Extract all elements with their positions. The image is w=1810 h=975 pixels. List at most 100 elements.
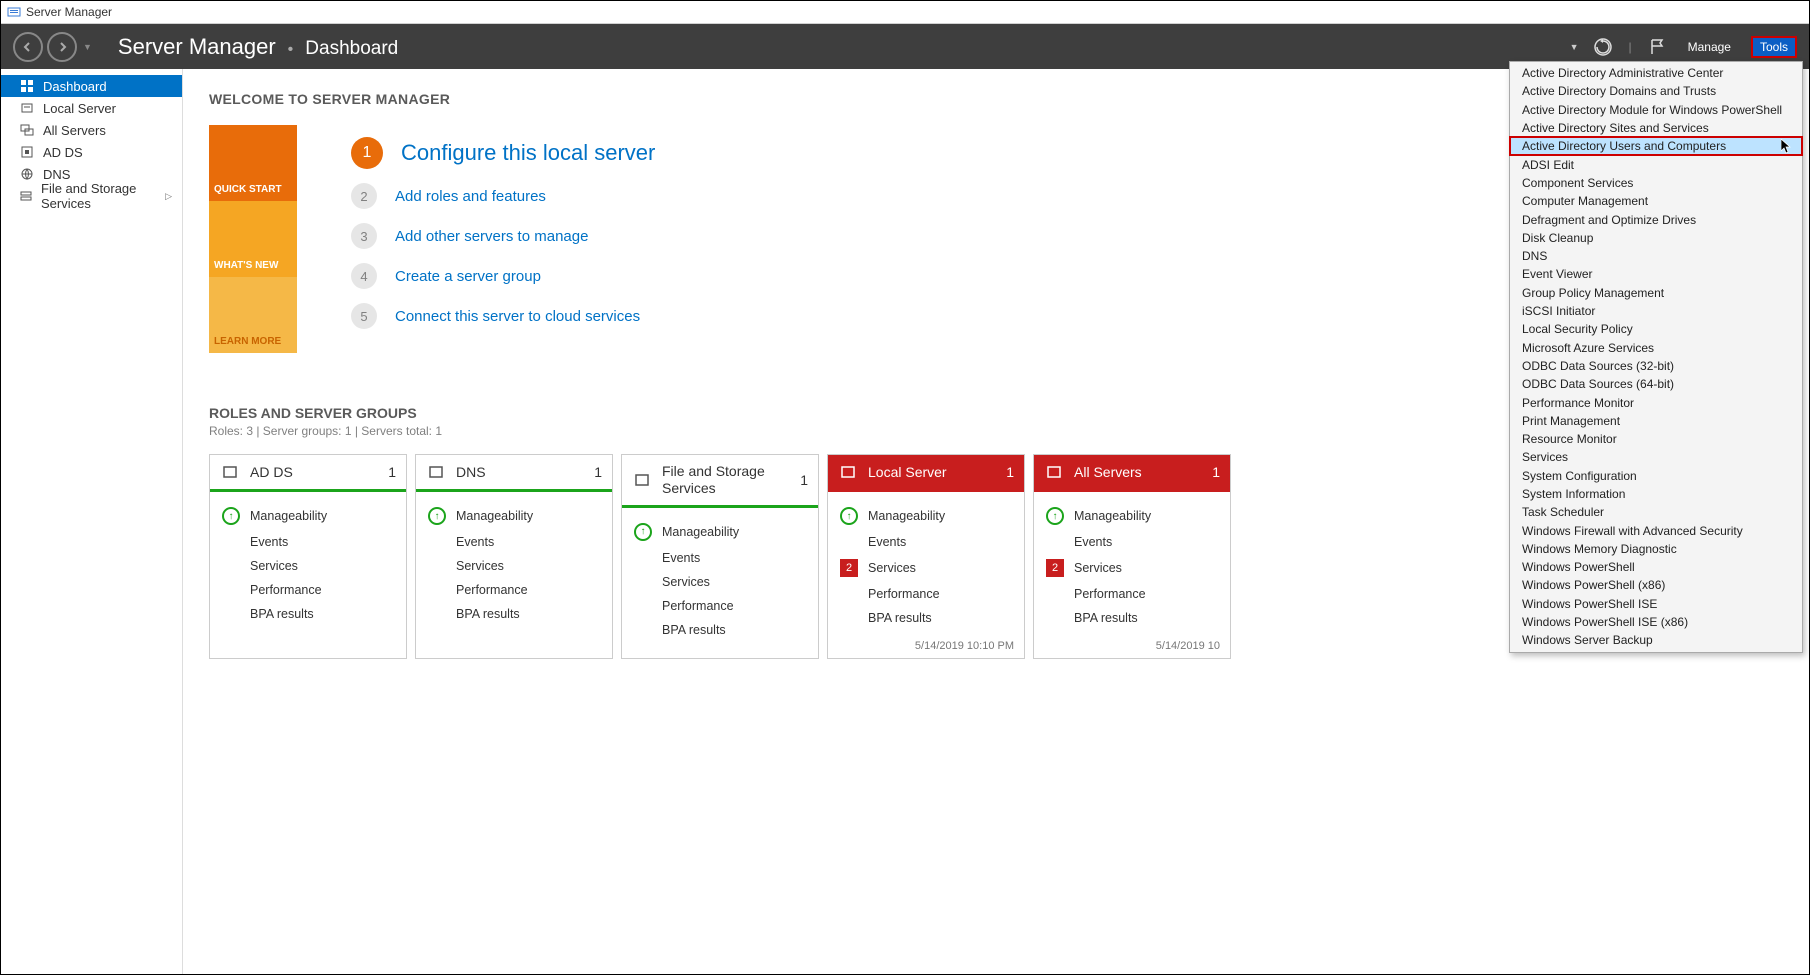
tools-menu-item[interactable]: Windows PowerShell bbox=[1510, 558, 1802, 576]
nav-back-button[interactable] bbox=[13, 32, 43, 62]
tools-menu-item[interactable]: Event Viewer bbox=[1510, 265, 1802, 283]
sidebar-item-dashboard[interactable]: Dashboard bbox=[1, 75, 182, 97]
tile-row[interactable]: Events bbox=[840, 530, 1012, 554]
tile-row[interactable]: ↑Manageability bbox=[1046, 502, 1218, 530]
tools-menu-item[interactable]: Performance Monitor bbox=[1510, 393, 1802, 411]
tools-menu-item[interactable]: Windows PowerShell ISE bbox=[1510, 595, 1802, 613]
tile-row-label: Performance bbox=[1074, 587, 1146, 601]
refresh-icon[interactable] bbox=[1592, 36, 1614, 58]
tools-menu-item[interactable]: Active Directory Module for Windows Powe… bbox=[1510, 101, 1802, 119]
tile-row[interactable]: ↑Manageability bbox=[634, 518, 806, 546]
adds-icon bbox=[19, 144, 35, 160]
sidebar-item-file-storage[interactable]: File and Storage Services ▷ bbox=[1, 185, 182, 207]
tools-menu-item[interactable]: Defragment and Optimize Drives bbox=[1510, 210, 1802, 228]
tools-menu-item[interactable]: ODBC Data Sources (32-bit) bbox=[1510, 357, 1802, 375]
role-tile[interactable]: Local Server1↑ManageabilityEvents2Servic… bbox=[827, 454, 1025, 659]
sidebar-item-label: File and Storage Services bbox=[41, 181, 165, 211]
tile-row-label: BPA results bbox=[1074, 611, 1138, 625]
quick-link[interactable]: 1Configure this local server bbox=[351, 137, 655, 169]
tile-row[interactable]: BPA results bbox=[222, 602, 394, 626]
tools-menu-item[interactable]: Group Policy Management bbox=[1510, 284, 1802, 302]
tile-row[interactable]: Services bbox=[428, 554, 600, 578]
tile-row[interactable]: Performance bbox=[428, 578, 600, 602]
tools-menu-item[interactable]: Local Security Policy bbox=[1510, 320, 1802, 338]
tile-row[interactable]: ↑Manageability bbox=[428, 502, 600, 530]
tools-menu-item[interactable]: Computer Management bbox=[1510, 192, 1802, 210]
sidebar-item-local-server[interactable]: Local Server bbox=[1, 97, 182, 119]
breadcrumb-main[interactable]: Server Manager bbox=[118, 34, 276, 60]
role-tile[interactable]: AD DS1↑ManageabilityEventsServicesPerfor… bbox=[209, 454, 407, 659]
tile-row[interactable]: ↑Manageability bbox=[840, 502, 1012, 530]
role-tile[interactable]: File and Storage Services1↑Manageability… bbox=[621, 454, 819, 659]
tile-row[interactable]: Performance bbox=[1046, 582, 1218, 606]
tile-row[interactable]: Events bbox=[634, 546, 806, 570]
tools-menu-item[interactable]: Active Directory Sites and Services bbox=[1510, 119, 1802, 137]
role-tile[interactable]: All Servers1↑ManageabilityEvents2Service… bbox=[1033, 454, 1231, 659]
tile-icon bbox=[838, 463, 858, 481]
tools-menu-item[interactable]: Windows Firewall with Advanced Security bbox=[1510, 521, 1802, 539]
tab-quick-start[interactable]: QUICK START bbox=[209, 125, 297, 201]
breadcrumb-sub[interactable]: Dashboard bbox=[305, 38, 398, 60]
sidebar-item-all-servers[interactable]: All Servers bbox=[1, 119, 182, 141]
tile-row[interactable]: Services bbox=[634, 570, 806, 594]
tools-menu-item[interactable]: Windows PowerShell (x86) bbox=[1510, 576, 1802, 594]
step-number: 4 bbox=[351, 263, 377, 289]
quick-link[interactable]: 2Add roles and features bbox=[351, 183, 655, 209]
quick-link[interactable]: 4Create a server group bbox=[351, 263, 655, 289]
tile-row[interactable]: Events bbox=[1046, 530, 1218, 554]
sidebar-item-ad-ds[interactable]: AD DS bbox=[1, 141, 182, 163]
tools-menu-item[interactable]: Active Directory Administrative Center bbox=[1510, 64, 1802, 82]
tile-row[interactable]: Events bbox=[428, 530, 600, 554]
tile-row[interactable]: 2Services bbox=[1046, 554, 1218, 582]
tile-row[interactable]: BPA results bbox=[634, 618, 806, 642]
manage-menu[interactable]: Manage bbox=[1682, 37, 1737, 57]
tile-row-label: Events bbox=[250, 535, 288, 549]
tile-row[interactable]: Performance bbox=[222, 578, 394, 602]
tools-menu-item[interactable]: Windows Memory Diagnostic bbox=[1510, 540, 1802, 558]
tile-row[interactable]: ↑Manageability bbox=[222, 502, 394, 530]
tools-menu-item[interactable]: Task Scheduler bbox=[1510, 503, 1802, 521]
tile-row-label: BPA results bbox=[662, 623, 726, 637]
tools-menu-item[interactable]: Print Management bbox=[1510, 412, 1802, 430]
tile-row-label: Services bbox=[662, 575, 710, 589]
tools-menu-item[interactable]: System Configuration bbox=[1510, 467, 1802, 485]
tab-learn-more[interactable]: LEARN MORE bbox=[209, 277, 297, 353]
tools-menu-item[interactable]: ODBC Data Sources (64-bit) bbox=[1510, 375, 1802, 393]
notifications-flag-icon[interactable] bbox=[1646, 36, 1668, 58]
quick-link[interactable]: 5Connect this server to cloud services bbox=[351, 303, 655, 329]
tools-menu-item[interactable]: iSCSI Initiator bbox=[1510, 302, 1802, 320]
header-dropdown-icon[interactable]: ▼ bbox=[1570, 42, 1579, 52]
tile-row[interactable]: Performance bbox=[840, 582, 1012, 606]
tools-menu-button[interactable]: Tools bbox=[1751, 36, 1797, 58]
tools-menu-item[interactable]: Active Directory Domains and Trusts bbox=[1510, 82, 1802, 100]
tile-header: DNS1 bbox=[416, 455, 612, 492]
tools-menu-item[interactable]: Resource Monitor bbox=[1510, 430, 1802, 448]
tab-whats-new[interactable]: WHAT'S NEW bbox=[209, 201, 297, 277]
tools-menu-item[interactable]: ADSI Edit bbox=[1510, 155, 1802, 173]
tile-row-label: BPA results bbox=[250, 607, 314, 621]
tile-row-label: Services bbox=[250, 559, 298, 573]
step-number: 5 bbox=[351, 303, 377, 329]
sidebar-item-label: All Servers bbox=[43, 123, 106, 138]
tools-menu-item[interactable]: DNS bbox=[1510, 247, 1802, 265]
tools-menu-item[interactable]: Microsoft Azure Services bbox=[1510, 338, 1802, 356]
tools-menu-item[interactable]: Disk Cleanup bbox=[1510, 229, 1802, 247]
tools-menu-item[interactable]: Windows PowerShell ISE (x86) bbox=[1510, 613, 1802, 631]
role-tile[interactable]: DNS1 ↑ManageabilityEventsServicesPerforma… bbox=[415, 454, 613, 659]
nav-forward-button[interactable] bbox=[47, 32, 77, 62]
tools-menu-item[interactable]: Component Services bbox=[1510, 174, 1802, 192]
header-divider: | bbox=[1628, 40, 1631, 54]
tile-row[interactable]: Events bbox=[222, 530, 394, 554]
tools-menu-item[interactable]: System Information bbox=[1510, 485, 1802, 503]
nav-history-dropdown[interactable]: ▼ bbox=[83, 42, 92, 52]
tile-row[interactable]: BPA results bbox=[1046, 606, 1218, 630]
tools-menu-item[interactable]: Active Directory Users and Computers bbox=[1510, 137, 1802, 155]
quick-link[interactable]: 3Add other servers to manage bbox=[351, 223, 655, 249]
tools-menu-item[interactable]: Windows Server Backup bbox=[1510, 631, 1802, 649]
tile-row[interactable]: BPA results bbox=[840, 606, 1012, 630]
tile-row[interactable]: BPA results bbox=[428, 602, 600, 626]
tile-row[interactable]: Performance bbox=[634, 594, 806, 618]
tile-row[interactable]: Services bbox=[222, 554, 394, 578]
tools-menu-item[interactable]: Services bbox=[1510, 448, 1802, 466]
tile-row[interactable]: 2Services bbox=[840, 554, 1012, 582]
